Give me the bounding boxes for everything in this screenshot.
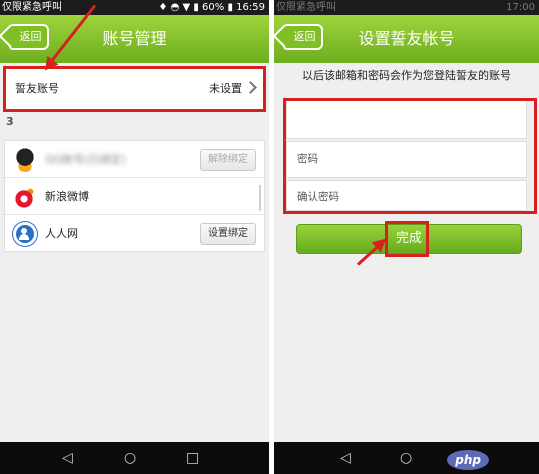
- back-button[interactable]: 返回: [9, 24, 49, 50]
- status-bar: 仅限紧急呼叫 17:00: [274, 0, 539, 15]
- weibo-icon: [13, 185, 37, 209]
- binding-row-weibo: 新浪微博: [5, 178, 264, 215]
- status-indicators: ♦ ◓ ▼ ▮ 60% ▮ 16:59: [158, 0, 265, 15]
- set-friend-account-screen: 仅限紧急呼叫 17:00 设置誓友帐号 返回 以后该邮箱和密码会作为您登陆誓友的…: [274, 0, 539, 474]
- stray-text: 3: [6, 115, 14, 128]
- php-watermark-logo: php: [447, 450, 489, 470]
- recents-nav-icon[interactable]: □: [186, 450, 199, 466]
- navigation-bar: ◁ ○ □: [0, 442, 269, 474]
- title-bar: 账号管理 返回: [0, 15, 269, 63]
- highlight-box: [283, 98, 537, 214]
- back-nav-icon[interactable]: ◁: [62, 450, 73, 466]
- highlight-box: [3, 66, 266, 112]
- back-label: 返回: [293, 30, 316, 43]
- battery-icon: ▮: [227, 2, 233, 13]
- renren-icon: [13, 222, 37, 246]
- weibo-name: 新浪微博: [45, 190, 89, 203]
- title-bar: 设置誓友帐号 返回: [274, 15, 539, 63]
- clock: 16:59: [236, 2, 265, 13]
- back-nav-icon[interactable]: ◁: [340, 450, 351, 466]
- carrier-text: 仅限紧急呼叫: [2, 2, 62, 13]
- navigation-bar: ◁ ○ □: [274, 442, 539, 474]
- binding-row-qq: QQ账号(已绑定) 解除绑定: [5, 141, 264, 178]
- set-binding-button[interactable]: 设置绑定: [200, 223, 256, 245]
- scroll-indicator: [259, 185, 261, 211]
- qq-account-name: QQ账号(已绑定): [45, 153, 126, 166]
- carrier-text: 仅限紧急呼叫: [276, 2, 336, 13]
- qq-icon: [13, 148, 37, 172]
- unbind-button[interactable]: 解除绑定: [200, 149, 256, 171]
- back-label: 返回: [19, 30, 42, 43]
- back-button[interactable]: 返回: [283, 24, 323, 50]
- status-bar: 仅限紧急呼叫 ♦ ◓ ▼ ▮ 60% ▮ 16:59: [0, 0, 269, 15]
- notification-icons: ♦ ◓ ▼ ▮: [158, 2, 203, 13]
- highlight-box: [385, 221, 429, 257]
- home-nav-icon[interactable]: ○: [124, 450, 136, 466]
- clock: 17:00: [506, 2, 535, 13]
- account-management-screen: 仅限紧急呼叫 ♦ ◓ ▼ ▮ 60% ▮ 16:59 账号管理 返回 誓友账号 …: [0, 0, 269, 474]
- renren-name: 人人网: [45, 227, 78, 240]
- binding-list: QQ账号(已绑定) 解除绑定 新浪微博 人人网 设置绑定: [4, 140, 265, 252]
- home-nav-icon[interactable]: ○: [400, 450, 412, 466]
- battery-percent: 60%: [202, 2, 225, 13]
- binding-row-renren: 人人网 设置绑定: [5, 215, 264, 252]
- hint-text: 以后该邮箱和密码会作为您登陆誓友的账号: [302, 69, 511, 82]
